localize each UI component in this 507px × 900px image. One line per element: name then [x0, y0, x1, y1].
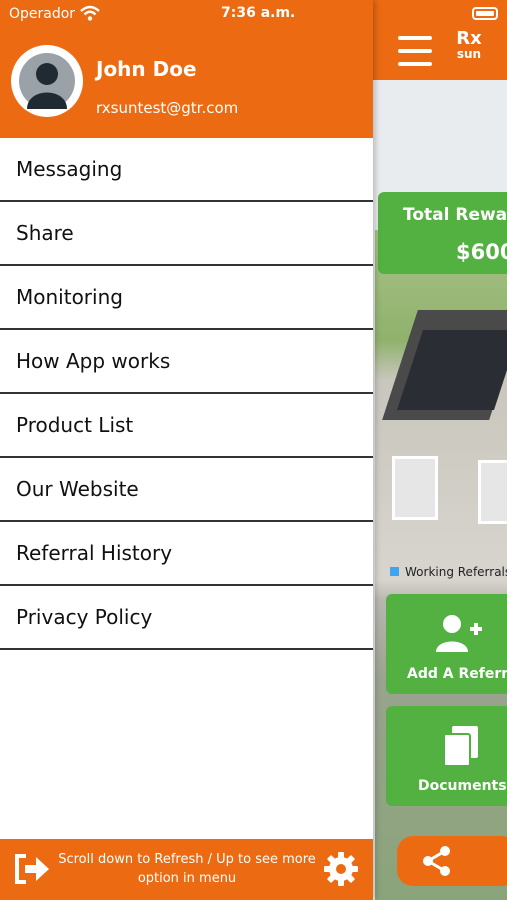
drawer-menu: Messaging Share Monitoring How App works… [0, 138, 373, 650]
footer-hint-text: Scroll down to Refresh / Up to see more … [58, 852, 316, 886]
gear-icon[interactable] [323, 851, 359, 887]
menu-item-label: Our Website [16, 477, 139, 501]
user-avatar-icon [19, 53, 75, 109]
wifi-icon [80, 5, 100, 21]
add-user-icon [436, 615, 482, 652]
hamburger-menu-icon[interactable] [398, 36, 432, 66]
legend-swatch [390, 567, 399, 576]
documents-icon [443, 726, 478, 767]
menu-item-label: Monitoring [16, 285, 123, 309]
carrier-label: Operador [9, 6, 76, 22]
status-bar: Operador 7:36 a.m. [0, 0, 507, 28]
rxsun-logo: Rx sun [456, 28, 482, 61]
share-icon [423, 846, 450, 876]
menu-item-our-website[interactable]: Our Website [0, 458, 373, 522]
menu-item-label: Product List [16, 413, 134, 437]
menu-item-label: How App works [16, 349, 171, 373]
menu-item-label: Privacy Policy [16, 605, 153, 629]
menu-item-label: Messaging [16, 157, 123, 181]
menu-item-privacy-policy[interactable]: Privacy Policy [0, 586, 373, 650]
total-rewards-amount: $600 [456, 240, 507, 264]
status-time: 7:36 a.m. [221, 5, 296, 21]
battery-icon [472, 7, 498, 20]
total-rewards-title: Total Rewar [403, 205, 507, 225]
user-email: rxsuntest@gtr.com [96, 99, 239, 117]
user-name: John Doe [96, 57, 197, 81]
menu-item-monitoring[interactable]: Monitoring [0, 266, 373, 330]
documents-button[interactable]: Documents [386, 706, 507, 806]
navigation-drawer: John Doe rxsuntest@gtr.com Messaging Sha… [0, 0, 373, 900]
total-rewards-card: Total Rewar $600 [378, 192, 507, 274]
share-button[interactable] [397, 836, 507, 886]
drawer-footer: Scroll down to Refresh / Up to see more … [0, 839, 373, 900]
house-window [392, 456, 438, 520]
menu-item-label: Share [16, 221, 74, 245]
add-referral-button[interactable]: Add A Referral [386, 594, 507, 694]
menu-item-referral-history[interactable]: Referral History [0, 522, 373, 586]
add-referral-label: Add A Referral [407, 666, 507, 682]
menu-item-product-list[interactable]: Product List [0, 394, 373, 458]
menu-item-how-app-works[interactable]: How App works [0, 330, 373, 394]
house-window [478, 460, 507, 524]
avatar[interactable] [11, 45, 83, 117]
documents-label: Documents [418, 778, 507, 794]
chart-legend: Working Referrals [390, 565, 507, 579]
menu-item-share[interactable]: Share [0, 202, 373, 266]
menu-item-messaging[interactable]: Messaging [0, 138, 373, 202]
menu-item-label: Referral History [16, 541, 173, 565]
logout-icon[interactable] [14, 853, 50, 885]
legend-label: Working Referrals [405, 565, 507, 579]
